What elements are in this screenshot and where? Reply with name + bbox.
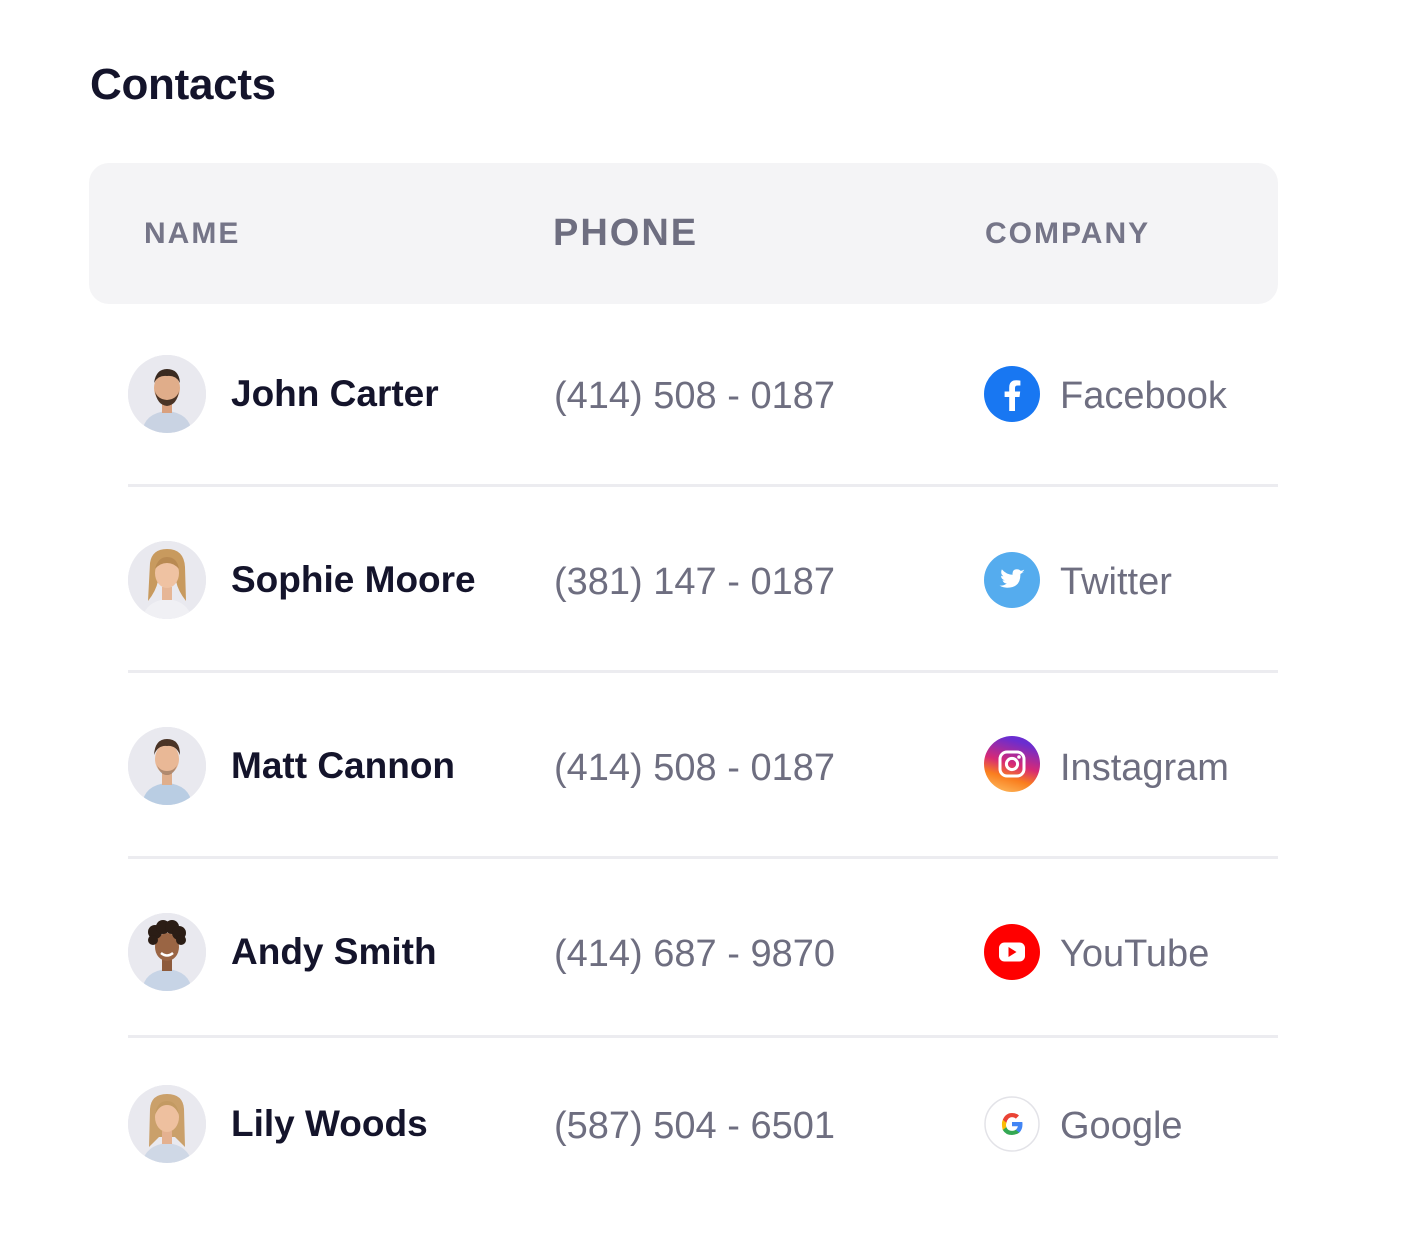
contact-name[interactable]: John Carter: [231, 373, 439, 415]
page-title: Contacts: [90, 60, 276, 109]
twitter-icon: [984, 552, 1040, 608]
avatar: [128, 727, 206, 805]
contact-name[interactable]: Andy Smith: [231, 931, 437, 973]
avatar: [128, 541, 206, 619]
youtube-icon: [984, 924, 1040, 980]
column-header-name[interactable]: NAME: [144, 163, 240, 304]
row-divider: [128, 484, 1278, 487]
avatar: [128, 1085, 206, 1163]
company-name: Facebook: [1060, 375, 1227, 417]
contact-phone: (381) 147 - 0187: [554, 561, 835, 603]
column-header-phone[interactable]: PHONE: [553, 163, 698, 304]
instagram-icon: [984, 736, 1040, 792]
column-header-company[interactable]: COMPANY: [985, 163, 1150, 304]
table-row[interactable]: Matt Cannon (414) 508 - 0187 Instagram: [128, 727, 1278, 805]
contact-phone: (414) 508 - 0187: [554, 375, 835, 417]
table-row[interactable]: Sophie Moore (381) 147 - 0187 Twitter: [128, 541, 1278, 619]
contact-name[interactable]: Sophie Moore: [231, 559, 476, 601]
avatar: [128, 913, 206, 991]
row-divider: [128, 1035, 1278, 1038]
avatar: [128, 355, 206, 433]
contact-name[interactable]: Matt Cannon: [231, 745, 455, 787]
contact-phone: (414) 687 - 9870: [554, 933, 835, 975]
table-row[interactable]: Andy Smith (414) 687 - 9870 YouTube: [128, 913, 1278, 991]
google-icon: [984, 1096, 1040, 1152]
facebook-icon: [984, 366, 1040, 422]
table-row[interactable]: Lily Woods (587) 504 - 6501 Google: [128, 1085, 1278, 1163]
contact-phone: (414) 508 - 0187: [554, 747, 835, 789]
contact-phone: (587) 504 - 6501: [554, 1105, 835, 1147]
table-header: NAME PHONE COMPANY: [89, 163, 1278, 304]
company-name: Google: [1060, 1105, 1183, 1147]
contact-name[interactable]: Lily Woods: [231, 1103, 428, 1145]
company-name: Twitter: [1060, 561, 1172, 603]
company-name: YouTube: [1060, 933, 1210, 975]
table-row[interactable]: John Carter (414) 508 - 0187 Facebook: [128, 355, 1278, 433]
company-name: Instagram: [1060, 747, 1229, 789]
row-divider: [128, 670, 1278, 673]
row-divider: [128, 856, 1278, 859]
